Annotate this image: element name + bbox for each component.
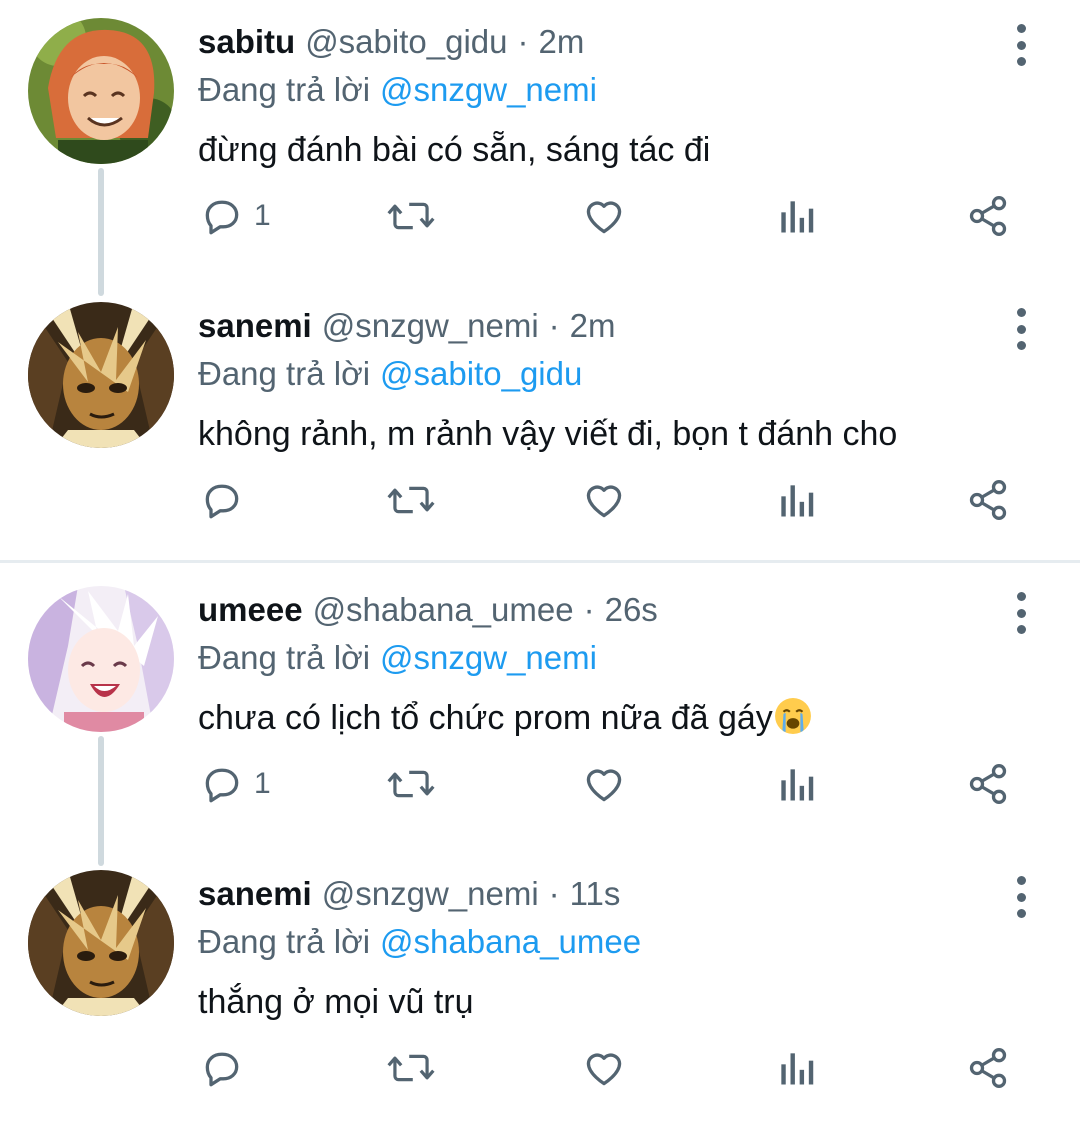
timestamp[interactable]: 26s (605, 586, 658, 634)
avatar[interactable] (28, 586, 174, 732)
share-icon (969, 196, 1007, 236)
tweet-actions (0, 1038, 1080, 1098)
heart-icon (586, 201, 622, 234)
reply-button[interactable]: 1 (200, 186, 271, 246)
tweet-header: sabitu @sabito_gidu · 2m (198, 18, 584, 66)
retweet-button[interactable] (386, 1038, 436, 1098)
retweet-button[interactable] (386, 470, 436, 530)
analytics-icon (781, 769, 814, 801)
reply-mention-link[interactable]: @snzgw_nemi (380, 639, 597, 676)
replying-to-label: Đang trả lời (198, 355, 371, 392)
display-name[interactable]: sanemi (198, 870, 312, 918)
display-name[interactable]: umeee (198, 586, 303, 634)
more-vertical-icon[interactable] (1004, 304, 1038, 354)
heart-icon (586, 485, 622, 518)
views-button[interactable] (776, 186, 816, 246)
user-handle[interactable]: @snzgw_nemi (322, 302, 539, 350)
retweet-icon (387, 486, 435, 514)
tweet-text: đừng đánh bài có sẵn, sáng tác đi (198, 131, 711, 169)
timestamp[interactable]: 2m (539, 18, 585, 66)
views-button[interactable] (776, 470, 816, 530)
retweet-icon (387, 202, 435, 230)
share-icon (969, 480, 1007, 520)
views-button[interactable] (776, 754, 816, 814)
tweet-text: không rảnh, m rảnh vậy viết đi, bọn t đá… (198, 415, 898, 453)
reply-icon (205, 484, 239, 519)
retweet-button[interactable] (386, 186, 436, 246)
replying-to-label: Đang trả lời (198, 639, 371, 676)
separator-dot: · (583, 591, 595, 628)
tweet-actions (0, 470, 1080, 530)
replying-to: Đang trả lời @snzgw_nemi (198, 66, 597, 114)
reply-icon (205, 768, 239, 803)
share-button[interactable] (966, 470, 1010, 530)
tweet-text: chưa có lịch tổ chức prom nữa đã gáy (198, 694, 812, 742)
tweet-text: thắng ở mọi vũ trụ (198, 983, 474, 1021)
tweet-header: sanemi @snzgw_nemi · 2m (198, 302, 616, 350)
reply-mention-link[interactable]: @sabito_gidu (380, 355, 582, 392)
user-handle[interactable]: @snzgw_nemi (322, 870, 539, 918)
analytics-icon (781, 201, 814, 233)
crying-face-emoji (774, 698, 811, 734)
separator-dot: · (548, 875, 560, 912)
retweet-icon (387, 770, 435, 798)
views-button[interactable] (776, 1038, 816, 1098)
reply-count: 1 (254, 767, 271, 800)
share-icon (969, 1048, 1007, 1088)
tweet-header: umeee @shabana_umee · 26s (198, 586, 658, 634)
avatar[interactable] (28, 18, 174, 164)
tweet[interactable]: sabitu @sabito_gidu · 2m Đang trả lời @sn… (0, 18, 1080, 278)
share-button[interactable] (966, 1038, 1010, 1098)
reply-icon (205, 200, 239, 235)
reply-mention-link[interactable]: @shabana_umee (380, 923, 641, 960)
share-button[interactable] (966, 186, 1010, 246)
retweet-icon (387, 1054, 435, 1082)
heart-icon (586, 769, 622, 802)
separator-dot: · (517, 23, 529, 60)
replying-to: Đang trả lời @shabana_umee (198, 918, 641, 966)
separator-dot: · (548, 307, 560, 344)
analytics-icon (781, 1053, 814, 1085)
display-name[interactable]: sanemi (198, 302, 312, 350)
share-icon (969, 764, 1007, 804)
reply-mention-link[interactable]: @snzgw_nemi (380, 71, 597, 108)
more-vertical-icon[interactable] (1004, 872, 1038, 922)
retweet-button[interactable] (386, 754, 436, 814)
timestamp[interactable]: 11s (570, 870, 621, 918)
tweet[interactable]: sanemi @snzgw_nemi · 11s Đang trả lời @sh… (0, 870, 1080, 1127)
user-handle[interactable]: @sabito_gidu (305, 18, 507, 66)
analytics-icon (781, 485, 814, 517)
reply-button[interactable]: 1 (200, 754, 271, 814)
replying-to: Đang trả lời @sabito_gidu (198, 350, 582, 398)
replying-to-label: Đang trả lời (198, 71, 371, 108)
tweet-actions: 1 (0, 186, 1080, 246)
reply-icon (205, 1052, 239, 1087)
share-button[interactable] (966, 754, 1010, 814)
tweet[interactable]: umeee @shabana_umee · 26s Đang trả lời @s… (0, 586, 1080, 846)
like-button[interactable] (582, 1038, 626, 1098)
tweet[interactable]: sanemi @snzgw_nemi · 2m Đang trả lời @sab… (0, 302, 1080, 562)
reply-count: 1 (254, 199, 271, 232)
more-vertical-icon[interactable] (1004, 20, 1038, 70)
tweet-text-content: chưa có lịch tổ chức prom nữa đã gáy (198, 699, 773, 737)
heart-icon (586, 1053, 622, 1086)
reply-button[interactable] (200, 470, 254, 530)
avatar[interactable] (28, 302, 174, 448)
tweet-header: sanemi @snzgw_nemi · 11s (198, 870, 620, 918)
like-button[interactable] (582, 470, 626, 530)
like-button[interactable] (582, 754, 626, 814)
like-button[interactable] (582, 186, 626, 246)
tweet-actions: 1 (0, 754, 1080, 814)
display-name[interactable]: sabitu (198, 18, 295, 66)
replying-to: Đang trả lời @snzgw_nemi (198, 634, 597, 682)
user-handle[interactable]: @shabana_umee (313, 586, 574, 634)
avatar[interactable] (28, 870, 174, 1016)
timestamp[interactable]: 2m (570, 302, 616, 350)
more-vertical-icon[interactable] (1004, 588, 1038, 638)
replying-to-label: Đang trả lời (198, 923, 371, 960)
reply-button[interactable] (200, 1038, 254, 1098)
